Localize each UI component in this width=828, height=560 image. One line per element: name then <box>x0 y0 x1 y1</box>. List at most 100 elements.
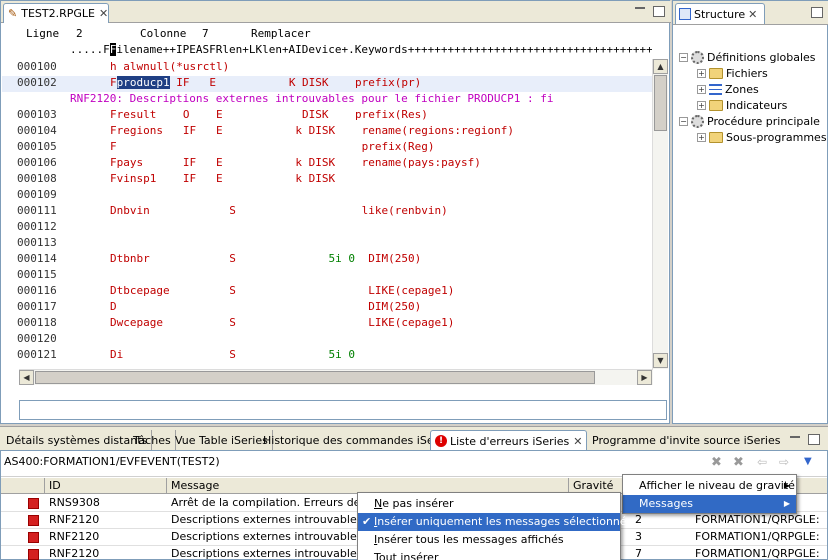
code-line[interactable]: 000102 Fproducp1 IF E K DISK prefix(pr) <box>2 76 652 92</box>
structure-tab[interactable]: Structure ✕ <box>675 3 765 24</box>
col-id[interactable]: ID <box>45 478 167 494</box>
structure-tab-bar: Structure ✕ <box>673 1 828 25</box>
code-line[interactable]: 000117 D DIM(250) <box>2 300 652 316</box>
code-line[interactable]: 000113 <box>2 236 652 252</box>
line-number: 000115 <box>17 268 57 281</box>
line-number: 000109 <box>17 188 57 201</box>
command-input[interactable] <box>19 400 667 420</box>
tree-item[interactable]: + Indicateurs <box>697 97 787 113</box>
cell-id: RNF2120 <box>49 513 100 526</box>
expand-icon[interactable]: + <box>697 68 706 78</box>
maximize-icon[interactable] <box>808 434 820 445</box>
close-icon[interactable]: ✕ <box>573 435 582 448</box>
maximize-icon[interactable] <box>811 7 823 18</box>
minimize-icon[interactable] <box>790 435 800 438</box>
code-line[interactable]: 000121 Di S 5i 0 <box>2 348 652 364</box>
tab-programme-invite[interactable]: Programme d'invite source iSeries <box>588 430 784 451</box>
code-segment: F <box>110 76 117 89</box>
tree-item[interactable]: − Procédure principale <box>679 113 820 129</box>
scroll-thumb[interactable] <box>654 75 667 131</box>
code-segment: Dtbnbr S <box>110 252 329 265</box>
code-line[interactable]: 000108 Fvinsp1 IF E k DISK <box>2 172 652 188</box>
code-segment: 5i 0 <box>328 252 356 265</box>
menu-messages[interactable]: Messages ▶ <box>623 495 796 513</box>
code-line[interactable]: 000105 F prefix(Reg) <box>2 140 652 156</box>
tree-item-label: Définitions globales <box>707 50 816 64</box>
tab-taches[interactable]: Tâches <box>129 430 176 451</box>
vertical-scrollbar[interactable]: ▲ ▼ <box>652 59 668 369</box>
line-number: 000112 <box>17 220 57 233</box>
scroll-down-icon[interactable]: ▼ <box>653 353 668 368</box>
code-line[interactable]: 000112 <box>2 220 652 236</box>
edit-mode: Remplacer <box>251 27 311 40</box>
col-blank <box>1 478 45 494</box>
menu-inserer-selectionnes[interactable]: ✔ Insérer uniquement les messages sélect… <box>358 513 632 531</box>
scroll-up-icon[interactable]: ▲ <box>653 59 668 74</box>
code-segment: Dtbcepage S LIKE(cepage1) <box>110 284 455 297</box>
maximize-icon[interactable] <box>653 6 665 17</box>
code-text: D DIM(250) <box>110 300 421 313</box>
menu-inserer-affiches[interactable]: Insérer tous les messages affichés <box>358 531 620 549</box>
code-segment: F prefix(Reg) <box>110 140 435 153</box>
code-text: Dnbvin S like(renbvin) <box>110 204 448 217</box>
horizontal-scrollbar[interactable]: ◀ ▶ <box>19 369 653 385</box>
collapse-icon[interactable]: − <box>679 52 688 62</box>
view-menu-icon[interactable]: ▼ <box>804 456 812 467</box>
tree-item[interactable]: + Zones <box>697 81 759 97</box>
tab-historique[interactable]: Historique des commandes iSeries <box>259 430 459 451</box>
code-line[interactable]: 000100 h alwnull(*usrctl) <box>2 60 652 76</box>
scroll-right-icon[interactable]: ▶ <box>637 370 652 385</box>
hscroll-thumb[interactable] <box>35 371 595 384</box>
collapse-icon[interactable]: − <box>679 116 688 126</box>
code-line[interactable]: 000116 Dtbcepage S LIKE(cepage1) <box>2 284 652 300</box>
pencil-icon: ✎ <box>8 7 18 20</box>
expand-icon[interactable]: + <box>697 132 706 142</box>
code-line[interactable]: 000114 Dtbnbr S 5i 0 DIM(250) <box>2 252 652 268</box>
code-line[interactable]: 000103 Fresult O E DISK prefix(Res) <box>2 108 652 124</box>
code-segment: Fregions IF E k DISK rename(regions:regi… <box>110 124 514 137</box>
error-message-line[interactable]: RNF2120: Descriptions externes introuvab… <box>2 92 652 108</box>
tree-item[interactable]: + Fichiers <box>697 65 768 81</box>
editor-tab[interactable]: ✎ TEST2.RPGLE ✕ <box>3 3 109 23</box>
code-line[interactable]: 000104 Fregions IF E k DISK rename(region… <box>2 124 652 140</box>
line-number: 000118 <box>17 316 57 329</box>
expand-icon[interactable]: + <box>697 84 706 94</box>
line-number: 000120 <box>17 332 57 345</box>
close-icon[interactable]: ✕ <box>99 7 108 20</box>
code-text: Fregions IF E k DISK rename(regions:regi… <box>110 124 514 137</box>
code-line[interactable]: 000118 Dwcepage S LIKE(cepage1) <box>2 316 652 332</box>
close-icon[interactable]: ✕ <box>748 8 757 21</box>
folder-icon <box>709 131 723 143</box>
ruler-rest: ilename++IPEASFRlen+LKlen+AIDevice+.Keyw… <box>116 43 652 56</box>
menu-afficher-gravite[interactable]: Afficher le niveau de gravité ▶ <box>623 477 796 495</box>
format-ruler: .....FFilename++IPEASFRlen+LKlen+AIDevic… <box>2 41 652 57</box>
tab-vue-table[interactable]: Vue Table iSeries <box>171 430 273 451</box>
back-arrow-icon[interactable]: ⇦ <box>757 455 767 469</box>
line-number: 000116 <box>17 284 57 297</box>
tree-item[interactable]: + Sous-programmes <box>697 129 827 145</box>
remove-icon[interactable]: ✖ <box>711 455 722 470</box>
remove-all-icon[interactable]: ✖ <box>733 455 744 470</box>
expand-icon[interactable]: + <box>697 100 706 110</box>
cell-id: RNF2120 <box>49 547 100 560</box>
bottom-tab-bar: Détails systèmes distants Tâches Vue Tab… <box>0 426 828 451</box>
code-line[interactable]: 000109 <box>2 188 652 204</box>
line-number: 000121 <box>17 348 57 361</box>
tree-item[interactable]: − Définitions globales <box>679 49 816 65</box>
code-area[interactable]: 000100 h alwnull(*usrctl) 000102 Fproducp1 … <box>2 60 652 368</box>
menu-ne-pas-inserer[interactable]: Ne pas insérer <box>358 495 620 513</box>
scroll-left-icon[interactable]: ◀ <box>19 370 34 385</box>
menu-tout-inserer[interactable]: Tout insérer <box>358 549 620 560</box>
line-number: 000105 <box>17 140 57 153</box>
cell-id: RNF2120 <box>49 530 100 543</box>
minimize-icon[interactable] <box>635 6 645 9</box>
code-line[interactable]: 000115 <box>2 268 652 284</box>
code-line[interactable]: 000111 Dnbvin S like(renbvin) <box>2 204 652 220</box>
code-segment: Fpays IF E k DISK rename(pays:paysf) <box>110 156 481 169</box>
code-line[interactable]: 000106 Fpays IF E k DISK rename(pays:pays… <box>2 156 652 172</box>
tab-liste-erreurs[interactable]: ! Liste d'erreurs iSeries ✕ <box>430 430 588 451</box>
code-line[interactable]: 000120 <box>2 332 652 348</box>
forward-arrow-icon[interactable]: ⇨ <box>779 455 789 469</box>
colonne-value: 7 <box>202 27 209 40</box>
error-severity-icon <box>28 549 39 560</box>
